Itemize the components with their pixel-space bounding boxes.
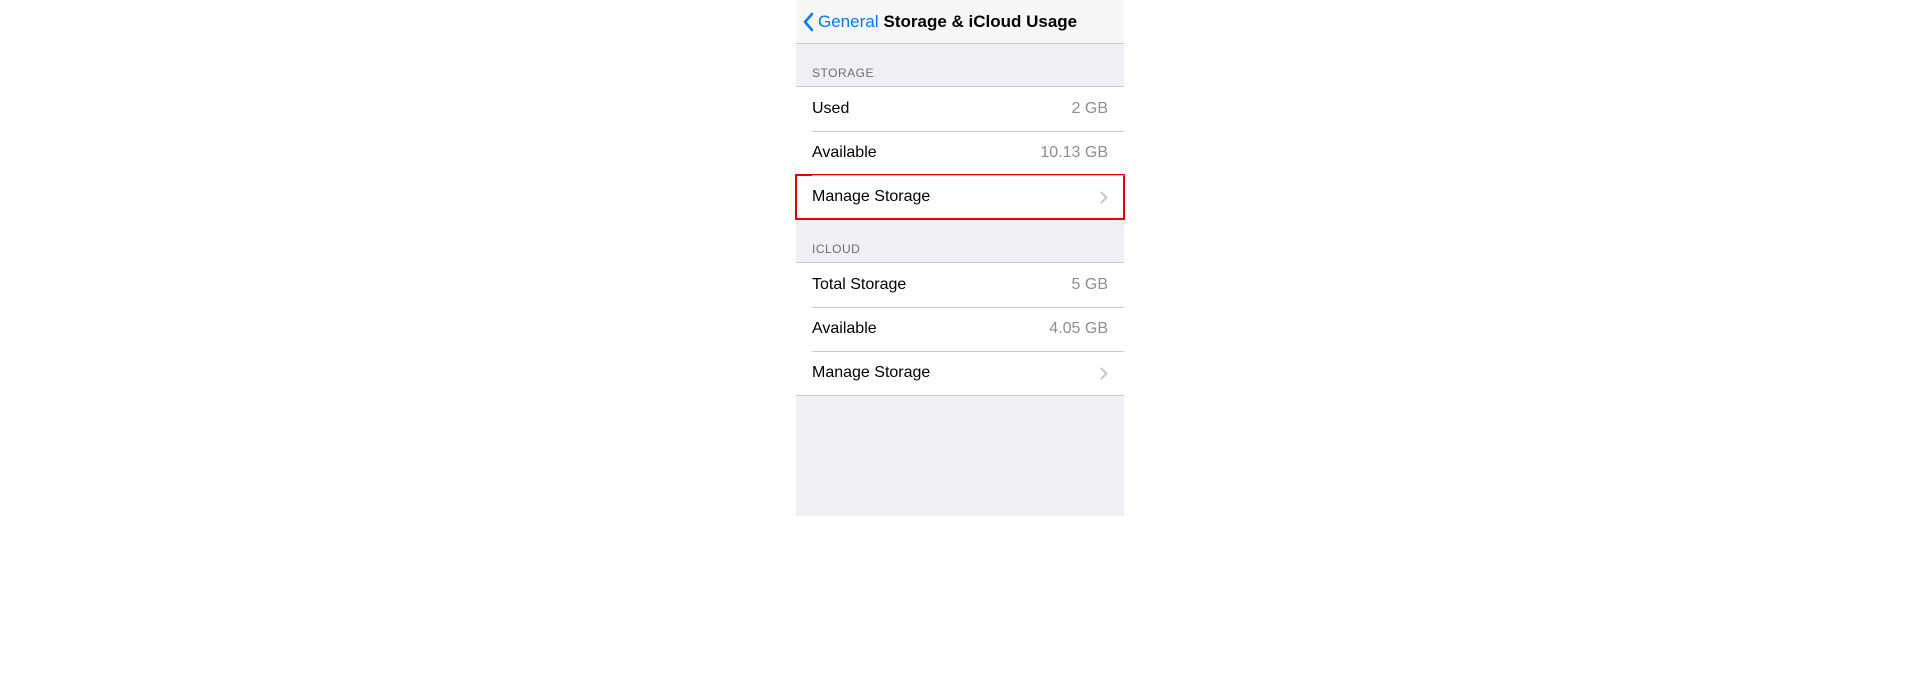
icloud-total-label: Total Storage [812, 276, 906, 294]
section-header-storage: Storage [796, 44, 1124, 86]
chevron-right-icon [1100, 191, 1108, 204]
disclosure-indicator [1090, 191, 1108, 204]
manage-storage-label: Manage Storage [812, 188, 930, 206]
storage-available-row: Available 10.13 GB [796, 131, 1124, 175]
manage-storage-button[interactable]: Manage Storage [796, 175, 1124, 219]
storage-used-value: 2 GB [1072, 100, 1108, 118]
disclosure-indicator [1090, 367, 1108, 380]
icloud-group: Total Storage 5 GB Available 4.05 GB Man… [796, 262, 1124, 396]
storage-used-row: Used 2 GB [796, 87, 1124, 131]
storage-available-label: Available [812, 144, 877, 162]
storage-used-label: Used [812, 100, 849, 118]
manage-icloud-storage-label: Manage Storage [812, 364, 930, 382]
icloud-available-value: 4.05 GB [1049, 320, 1108, 338]
icloud-available-label: Available [812, 320, 877, 338]
storage-group: Used 2 GB Available 10.13 GB Manage Stor… [796, 86, 1124, 220]
manage-icloud-storage-button[interactable]: Manage Storage [796, 351, 1124, 395]
navigation-bar: General Storage & iCloud Usage [796, 0, 1124, 44]
storage-available-value: 10.13 GB [1040, 144, 1108, 162]
chevron-right-icon [1100, 367, 1108, 380]
page-title: Storage & iCloud Usage [883, 12, 1077, 32]
back-label: General [818, 12, 878, 32]
back-button[interactable]: General [802, 12, 878, 32]
settings-screen: General Storage & iCloud Usage Storage U… [796, 0, 1124, 516]
icloud-total-row: Total Storage 5 GB [796, 263, 1124, 307]
icloud-total-value: 5 GB [1072, 276, 1108, 294]
icloud-available-row: Available 4.05 GB [796, 307, 1124, 351]
chevron-left-icon [802, 12, 814, 32]
empty-space [796, 396, 1124, 516]
section-header-icloud: iCloud [796, 220, 1124, 262]
